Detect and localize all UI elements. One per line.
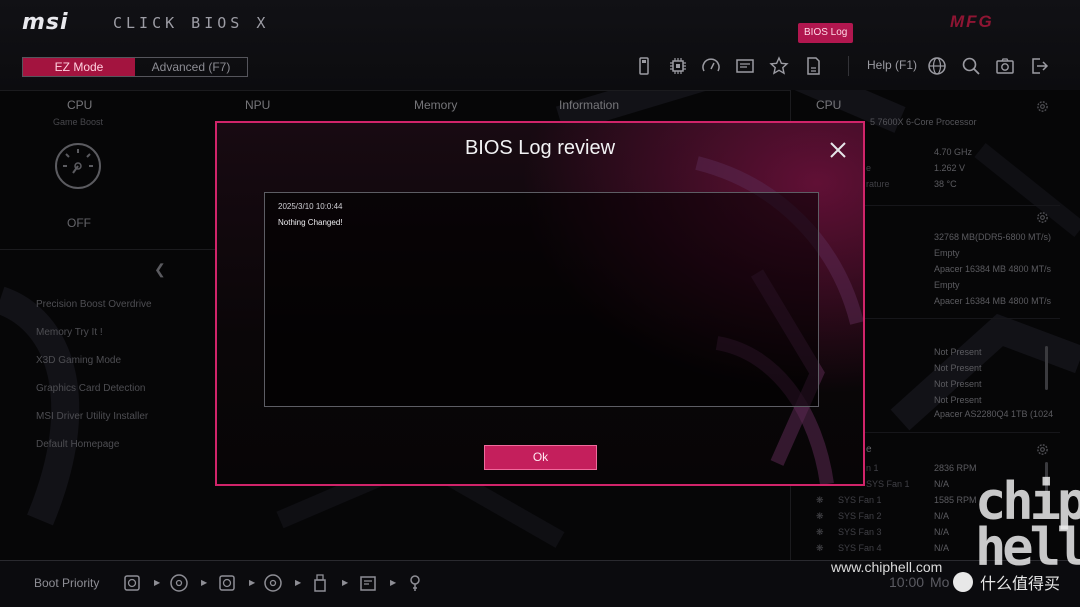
header-separator: [848, 56, 849, 76]
msi-logo: msi: [22, 10, 69, 35]
hardware-monitor-icon[interactable]: [734, 55, 756, 77]
watermark-badge-icon: [953, 572, 973, 592]
watermark-logo-line2: hell: [975, 518, 1080, 578]
favorites-star-icon[interactable]: [768, 55, 790, 77]
speedometer-icon[interactable]: [700, 55, 722, 77]
app-title: CLICK BIOS X: [113, 14, 270, 32]
optical-disc-icon[interactable]: [263, 573, 283, 593]
boot-order-arrow-icon: ▶: [201, 578, 208, 587]
log-message: Nothing Changed!: [278, 218, 343, 227]
boot-order-arrow-icon: ▶: [154, 578, 161, 587]
mode-switch: EZ Mode Advanced (F7): [22, 57, 248, 77]
clock-date: Mo: [930, 574, 950, 590]
memory-sd-icon[interactable]: [802, 55, 824, 77]
boot-order-arrow-icon: ▶: [295, 578, 302, 587]
ok-button[interactable]: Ok: [484, 445, 597, 470]
bios-log-button[interactable]: BIOS Log: [798, 23, 854, 43]
watermark-url: www.chiphell.com: [831, 559, 943, 575]
header: msi CLICK BIOS X BIOS Log MFG EZ Mode Ad…: [0, 0, 1080, 90]
dialog-title: BIOS Log review: [464, 137, 616, 159]
log-timestamp: 2025/3/10 10:0:44: [278, 202, 343, 211]
close-icon[interactable]: [827, 139, 849, 161]
usb-drive-icon[interactable]: [358, 573, 378, 593]
search-icon[interactable]: [960, 55, 982, 77]
hdd-icon[interactable]: [122, 573, 142, 593]
usb-icon[interactable]: [310, 573, 330, 593]
bios-log-dialog: BIOS Log review 2025/3/10 10:0:44 Nothin…: [215, 121, 865, 486]
clock-time: 10:00: [889, 574, 925, 590]
watermark-brand: 什么值得买: [980, 576, 1061, 593]
log-textbox[interactable]: 2025/3/10 10:0:44 Nothing Changed!: [264, 192, 819, 407]
globe-icon[interactable]: [926, 55, 948, 77]
camera-icon[interactable]: [994, 55, 1016, 77]
cpu-chip-icon[interactable]: [667, 55, 689, 77]
tab-advanced-mode[interactable]: Advanced (F7): [135, 58, 247, 76]
help-button[interactable]: Help (F1): [867, 58, 917, 72]
optical-disc-icon[interactable]: [169, 573, 189, 593]
boot-order-arrow-icon: ▶: [390, 578, 397, 587]
hdd-icon[interactable]: [217, 573, 237, 593]
tab-ez-mode[interactable]: EZ Mode: [23, 58, 135, 76]
usb-flash-icon[interactable]: [633, 55, 655, 77]
usb-key-icon[interactable]: [405, 573, 425, 593]
boot-order-arrow-icon: ▶: [249, 578, 256, 587]
boot-order-arrow-icon: ▶: [342, 578, 349, 587]
exit-icon[interactable]: [1028, 55, 1050, 77]
mfg-logo: MFG: [950, 12, 994, 31]
boot-priority-label: Boot Priority: [34, 576, 100, 590]
